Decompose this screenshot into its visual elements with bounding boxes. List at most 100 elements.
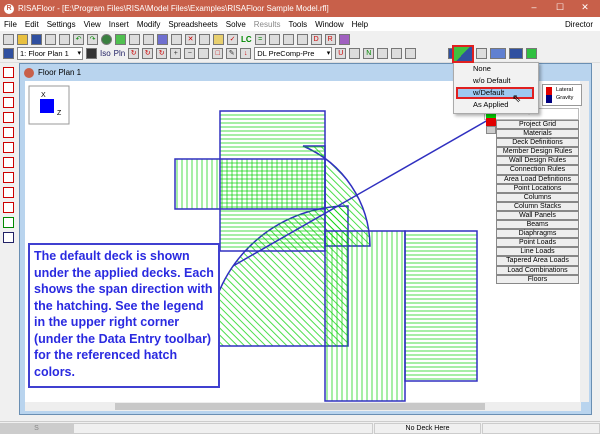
entry-project-grid[interactable]: Project Grid <box>496 120 579 130</box>
menu-director[interactable]: Director <box>561 20 597 29</box>
column-icon[interactable] <box>268 34 280 45</box>
help-icon[interactable] <box>3 202 14 213</box>
entry-point-loads[interactable]: Point Loads <box>496 238 579 248</box>
rotate-y-icon[interactable]: ↻ <box>142 48 154 59</box>
menu-help[interactable]: Help <box>348 20 372 29</box>
entry-wall-panels[interactable]: Wall Panels <box>496 210 579 221</box>
draw-brace-icon[interactable] <box>3 112 14 123</box>
wall-panel-icon[interactable] <box>490 48 507 59</box>
menu-tools[interactable]: Tools <box>284 20 311 29</box>
rotate-z-icon[interactable]: ↻ <box>156 48 168 59</box>
menu-window[interactable]: Window <box>311 20 347 29</box>
iso-button[interactable]: Iso <box>100 49 111 58</box>
modify-wall-icon[interactable] <box>3 157 14 168</box>
entry-diaphragms[interactable]: Diaphragms <box>496 229 579 239</box>
menu-item-without-default[interactable]: w/o Default <box>454 75 538 87</box>
close-button[interactable]: ✕ <box>578 2 592 13</box>
spreadsheet-icon[interactable] <box>199 34 210 45</box>
rotate-x-icon[interactable]: ↻ <box>128 48 140 59</box>
minimize-button[interactable]: – <box>527 2 541 12</box>
copy-icon[interactable] <box>45 34 56 45</box>
preview-icon[interactable] <box>296 34 308 45</box>
entry-columns[interactable]: Columns <box>496 192 579 202</box>
dimension-icon[interactable] <box>377 48 389 59</box>
new-icon[interactable] <box>3 34 14 45</box>
equal-icon[interactable]: = <box>254 34 266 45</box>
menu-modify[interactable]: Modify <box>133 20 165 29</box>
maximize-button[interactable]: ☐ <box>553 2 567 13</box>
print-icon[interactable] <box>59 34 70 45</box>
entry-area-load-definitions[interactable]: Area Load Definitions <box>496 174 579 184</box>
table-icon[interactable] <box>213 34 224 45</box>
entry-deck-definitions[interactable]: Deck Definitions <box>496 138 579 148</box>
split-icon[interactable] <box>3 187 14 198</box>
risa-d-icon[interactable]: D <box>310 34 322 45</box>
redo-icon[interactable]: ↷ <box>87 34 98 45</box>
diaphragm-icon[interactable] <box>526 48 538 59</box>
modify-brace-icon[interactable] <box>3 172 14 183</box>
modify-beam-icon[interactable] <box>3 127 14 138</box>
wall-icon[interactable] <box>171 34 182 45</box>
zoom-out-icon[interactable]: − <box>184 48 196 59</box>
zoom-in-icon[interactable]: + <box>170 48 182 59</box>
zoom-box-icon[interactable] <box>198 48 210 59</box>
menu-settings[interactable]: Settings <box>43 20 80 29</box>
floor-select[interactable]: 1: Floor Plan 1 <box>17 47 83 60</box>
export-icon[interactable] <box>3 217 14 228</box>
menu-insert[interactable]: Insert <box>105 20 133 29</box>
member-icon[interactable] <box>349 48 361 59</box>
menu-view[interactable]: View <box>80 20 105 29</box>
menu-file[interactable]: File <box>0 20 21 29</box>
entry-column-stacks[interactable]: Column Stacks <box>496 201 579 211</box>
pln-button[interactable]: Pln <box>114 49 126 58</box>
vertical-scrollbar[interactable] <box>580 81 589 402</box>
spacing-icon[interactable] <box>476 48 488 59</box>
menu-edit[interactable]: Edit <box>21 20 43 29</box>
menu-results[interactable]: Results <box>250 20 285 29</box>
scrollbar-thumb[interactable] <box>115 403 485 410</box>
grid-icon[interactable] <box>157 34 168 45</box>
load-case-select[interactable]: DL PreComp-Pre <box>254 47 333 60</box>
load-icon[interactable]: ↓ <box>240 48 252 59</box>
entry-tapered-area-loads[interactable]: Tapered Area Loads <box>496 256 579 266</box>
window-icon[interactable] <box>3 48 14 59</box>
menu-item-with-default[interactable]: w/Default <box>456 87 534 99</box>
undo-icon[interactable]: ↶ <box>73 34 84 45</box>
entry-line-loads[interactable]: Line Loads <box>496 247 579 257</box>
slab-icon[interactable] <box>509 48 524 59</box>
entry-wall-design-rules[interactable]: Wall Design Rules <box>496 156 579 166</box>
menu-solve[interactable]: Solve <box>222 20 250 29</box>
entry-member-design-rules[interactable]: Member Design Rules <box>496 147 579 157</box>
draw-wall-icon[interactable] <box>3 97 14 108</box>
save-icon[interactable] <box>31 34 42 45</box>
line-icon[interactable] <box>391 48 403 59</box>
menu-item-as-applied[interactable]: As Applied <box>454 99 538 111</box>
horizontal-scrollbar[interactable] <box>25 402 581 411</box>
model-icon[interactable] <box>115 34 126 45</box>
camera-icon[interactable] <box>86 48 97 59</box>
risa-r-icon[interactable]: R <box>324 34 336 45</box>
draw-column-icon[interactable] <box>3 82 14 93</box>
zoom-fit-icon[interactable]: □ <box>212 48 224 59</box>
beam-icon[interactable] <box>129 34 140 45</box>
edit-icon[interactable]: ✎ <box>226 48 238 59</box>
support-icon[interactable] <box>405 48 417 59</box>
entry-point-locations[interactable]: Point Locations <box>496 183 579 193</box>
menu-spreadsheets[interactable]: Spreadsheets <box>164 20 221 29</box>
entry-floors[interactable]: Floors <box>496 274 579 284</box>
report-icon[interactable] <box>282 34 294 45</box>
entry-connection-rules[interactable]: Connection Rules <box>496 165 579 175</box>
entry-materials[interactable]: Materials <box>496 129 579 139</box>
node-icon[interactable]: N <box>363 48 375 59</box>
globe-icon[interactable] <box>101 34 112 45</box>
menu-item-none[interactable]: None <box>454 63 538 75</box>
draw-beam-icon[interactable] <box>3 67 14 78</box>
entry-beams[interactable]: Beams <box>496 220 579 230</box>
lock-icon[interactable] <box>3 232 14 243</box>
plugin-icon[interactable] <box>338 34 350 45</box>
check-icon[interactable]: ✓ <box>227 34 238 45</box>
frame-icon[interactable] <box>143 34 154 45</box>
entry-load-combinations[interactable]: Load Combinations <box>496 265 579 275</box>
modify-column-icon[interactable] <box>3 142 14 153</box>
lc-button[interactable]: LC <box>241 35 252 44</box>
